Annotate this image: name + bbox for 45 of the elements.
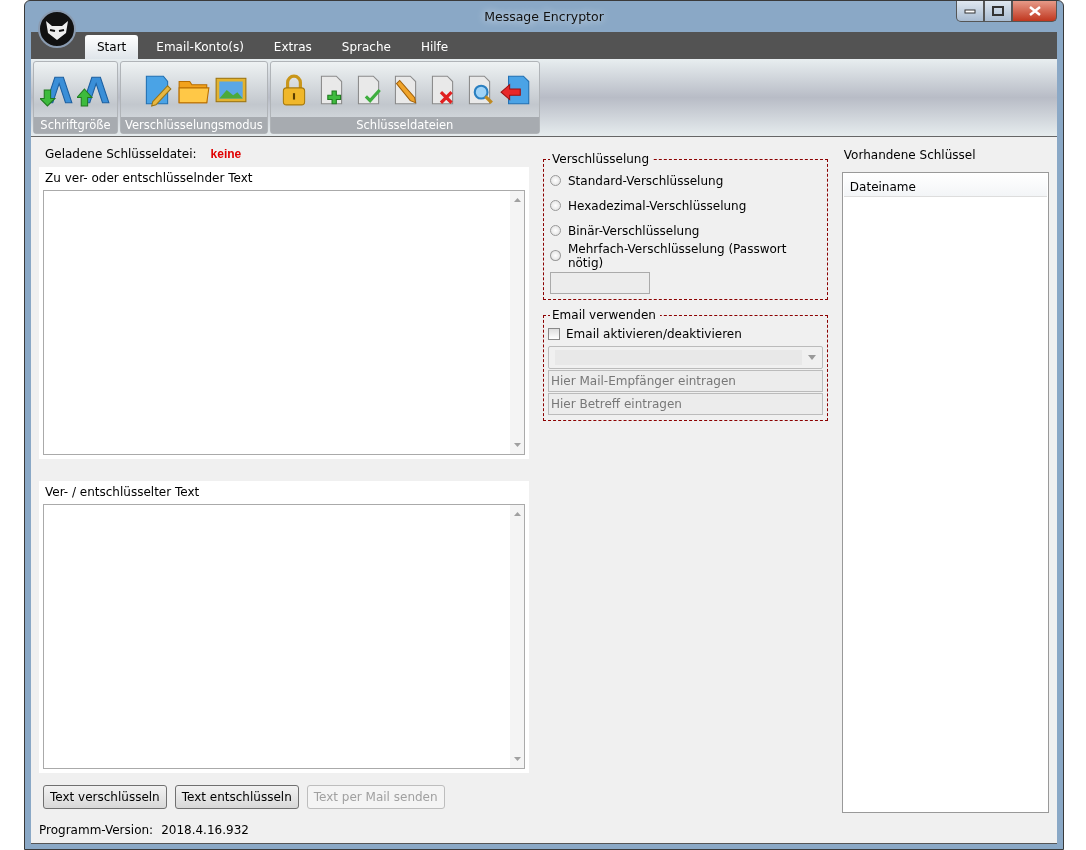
password-field[interactable] [550, 272, 650, 294]
scroll-down-icon[interactable] [513, 757, 521, 761]
radio-label: Standard-Verschlüsselung [568, 173, 724, 188]
radio-button[interactable] [550, 175, 561, 186]
output-text-label: Ver- / entschlüsselter Text [44, 485, 201, 501]
ribbon-group-label: Verschlüsselungsmodus [121, 117, 267, 133]
dropdown-caret-icon [807, 355, 816, 360]
maximize-button[interactable] [984, 1, 1012, 22]
menu-tab[interactable]: Email-Konto(s) [144, 35, 256, 59]
maximize-icon [992, 6, 1004, 16]
email-checkbox-label: Email aktivieren/deaktivieren [566, 327, 742, 341]
menu-tab[interactable]: Hilfe [408, 35, 461, 59]
ribbon-group-label: Schriftgröße [34, 117, 117, 133]
radio-label: Binär-Verschlüsselung [568, 223, 700, 238]
input-text-label: Zu ver- oder entschlüsselnder Text [44, 171, 254, 187]
scroll-up-icon[interactable] [513, 198, 521, 202]
radio-label: Hexadezimal-Verschlüsselung [568, 198, 747, 213]
recipient-field[interactable]: Hier Mail-Empfänger eintragen [548, 370, 823, 392]
minimize-icon [964, 8, 976, 14]
subject-field[interactable]: Hier Betreff eintragen [548, 393, 823, 415]
menu-tab[interactable]: Extras [261, 35, 324, 59]
keys-title: Vorhandene Schlüssel [842, 147, 977, 164]
ribbon-group-label: Schlüsseldateien [270, 117, 539, 133]
menu-tab[interactable]: Sprache [329, 35, 403, 59]
encryption-group-title: Verschlüsselung [551, 152, 651, 166]
version-value: 2018.4.16.932 [161, 823, 249, 837]
email-group-title: Email verwenden [551, 308, 657, 322]
scroll-up-icon[interactable] [513, 512, 521, 516]
radio-button[interactable] [550, 250, 561, 261]
loaded-key-value: keine [210, 147, 242, 161]
action-button[interactable]: Text entschlüsseln [174, 785, 299, 809]
close-button[interactable] [1012, 1, 1057, 22]
email-checkbox[interactable] [548, 328, 560, 340]
close-icon [1027, 6, 1042, 16]
version-label: Programm-Version: [39, 823, 154, 837]
minimize-button[interactable] [956, 1, 984, 22]
radio-button[interactable] [550, 225, 561, 236]
loaded-key-label: Geladene Schlüsseldatei: [45, 147, 197, 161]
radio-button[interactable] [550, 200, 561, 211]
window-title: Message Encryptor [484, 9, 604, 24]
scroll-down-icon[interactable] [513, 443, 521, 447]
email-account-dropdown[interactable] [548, 346, 823, 369]
radio-label: Mehrfach-Verschlüsselung (Passwort nötig) [567, 241, 788, 270]
menu-tab[interactable]: Start [85, 35, 139, 59]
action-button[interactable]: Text verschlüsseln [43, 785, 167, 809]
